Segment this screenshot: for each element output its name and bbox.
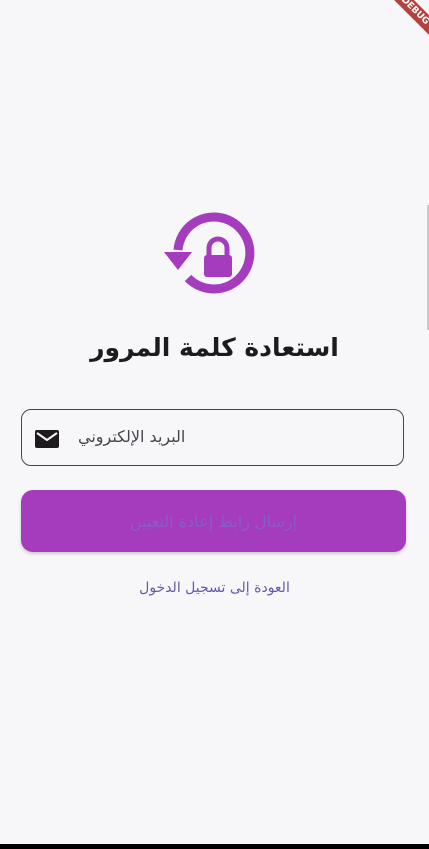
mail-icon — [35, 430, 59, 448]
email-placeholder: البريد الإلكتروني — [78, 427, 186, 446]
send-reset-link-label: إرسال رابط إعادة التعيين — [129, 511, 298, 531]
back-to-login-link[interactable]: العودة إلى تسجيل الدخول — [0, 580, 429, 596]
lock-reset-icon — [162, 212, 262, 300]
debug-banner-label: DEBUG — [381, 0, 429, 45]
reset-password-screen: DEBUG استعادة كلمة المرور البريد الإلكتر… — [0, 0, 429, 849]
system-nav-bar — [0, 844, 429, 849]
page-title: استعادة كلمة المرور — [90, 333, 339, 362]
send-reset-link-button[interactable]: إرسال رابط إعادة التعيين — [21, 490, 406, 552]
email-field[interactable]: البريد الإلكتروني — [21, 409, 404, 466]
debug-banner: DEBUG — [369, 0, 429, 60]
